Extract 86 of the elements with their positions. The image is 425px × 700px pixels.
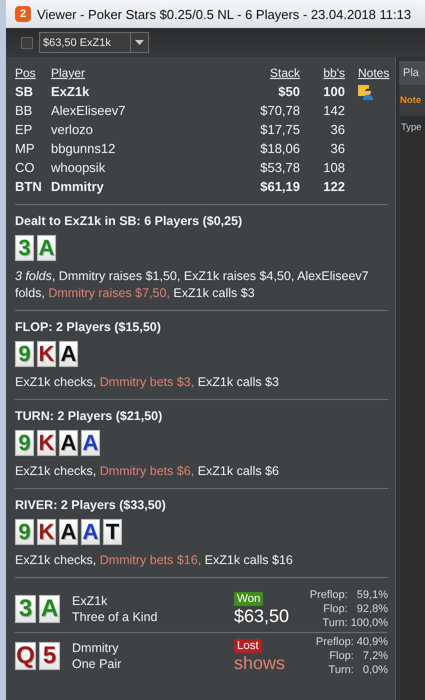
street-heading: TURN: 2 Players ($21,50)	[15, 409, 164, 423]
stack-cell-text: $17,75	[259, 121, 300, 139]
equity-value: 7,2%	[362, 649, 388, 663]
stack-cell-text: $53,78	[259, 159, 300, 177]
equity-label: Preflop:	[310, 588, 348, 602]
street-heading: Dealt to ExZ1k in SB: 6 Players ($0,25)	[15, 214, 244, 228]
playing-card: K	[37, 341, 56, 367]
playing-card: A	[81, 430, 100, 456]
equity-label: Turn:	[321, 616, 348, 630]
stack-cell-text: $61,19	[259, 178, 300, 196]
player-cell-text: ExZ1k	[51, 83, 90, 101]
equity-value: 0,0%	[362, 663, 388, 677]
position-cell-text: CO	[15, 159, 36, 177]
player-cell-text: Dmmitry	[51, 178, 105, 196]
playing-card: A	[59, 341, 78, 367]
stack-cell-text: $50	[277, 83, 300, 101]
playing-card: 3	[15, 235, 34, 261]
playing-card: 9	[15, 519, 34, 545]
playing-card: K	[37, 430, 56, 456]
player-cell-text: AlexEliseev7	[51, 102, 126, 120]
action-summary: ExZ1k checks, Dmmitry bets $6, ExZ1k calls $6	[15, 463, 280, 480]
playing-card: T	[103, 519, 122, 545]
action-summary: ExZ1k checks, Dmmitry bets $16, ExZ1k calls $16	[15, 552, 294, 569]
column-header[interactable]: Notes	[345, 64, 388, 82]
position-cell-text: EP	[15, 121, 34, 139]
outcome-badge: Won	[234, 592, 264, 606]
hand-dropdown[interactable]: $63,50 ExZ1k	[39, 32, 149, 53]
dropdown-value: $63,50 ExZ1k	[42, 36, 112, 50]
position-cell-text: MP	[15, 140, 36, 158]
equity-label: Turn:	[328, 663, 354, 677]
player-name: Dmmitry	[72, 641, 120, 655]
column-header[interactable]: Pos	[15, 64, 51, 82]
big-blinds-cell-text: 108	[322, 159, 345, 177]
stack-cell-text: $70,78	[259, 102, 300, 120]
playing-card: K	[37, 519, 56, 545]
equity-value: 100,0%	[350, 616, 388, 630]
app-icon: 2	[15, 6, 31, 22]
window-title: Viewer - Poker Stars $0.25/0.5 NL - 6 Players - 23.04.2018 11:13	[37, 6, 412, 22]
position-cell-text: SB	[15, 83, 34, 101]
hand-rank: Three of a Kind	[72, 610, 158, 624]
big-blinds-cell-text: 36	[330, 121, 345, 139]
panel-tab[interactable]: Pla	[399, 61, 425, 85]
playing-card: 9	[15, 341, 34, 367]
equity-label: Preflop:	[316, 635, 354, 649]
hand-rank: One Pair	[72, 657, 122, 671]
street-heading: FLOP: 2 Players ($15,50)	[15, 320, 162, 334]
equity-value: 40,9%	[356, 635, 388, 649]
playing-card: A	[39, 595, 60, 623]
equity-value: 59,1%	[356, 588, 388, 602]
player-cell-text: whoopsik	[51, 159, 106, 177]
playing-card: 5	[39, 642, 60, 670]
action-summary: 3 folds, Dmmitry raises $1,50, ExZ1k raises $4,50, AlexEliseev7 folds, Dmmitry raises $7,50, ExZ1k calls $3	[15, 268, 370, 302]
big-blinds-cell-text: 36	[330, 140, 345, 158]
note-icon[interactable]	[358, 84, 374, 100]
big-blinds-cell-text: 100	[322, 83, 345, 101]
player-cell-text: bbgunns12	[51, 140, 116, 158]
big-blinds-cell-text: 122	[322, 178, 345, 196]
street-heading: RIVER: 2 Players ($33,50)	[15, 498, 167, 512]
notes-field[interactable]: Type	[400, 116, 425, 700]
position-cell-text: BB	[15, 102, 34, 120]
player-cell-text: verlozo	[51, 121, 94, 139]
playing-card: 3	[15, 595, 36, 623]
playing-card: Q	[15, 642, 36, 670]
checkbox[interactable]	[21, 36, 33, 48]
position-cell-text: BTN	[15, 178, 43, 196]
result-amount: shows	[234, 652, 286, 674]
playing-card: A	[59, 430, 78, 456]
playing-card: A	[59, 519, 78, 545]
result-amount: $63,50	[234, 606, 290, 626]
action-summary: ExZ1k checks, Dmmitry bets $3, ExZ1k calls $3	[15, 374, 280, 391]
stack-cell-text: $18,06	[259, 140, 300, 158]
column-header[interactable]: bb's	[300, 64, 345, 82]
field-placeholder: Type	[401, 122, 422, 133]
column-header[interactable]: Player	[51, 64, 240, 82]
outcome-badge: Lost	[234, 638, 262, 652]
notes-label: Note	[400, 95, 422, 106]
playing-card: A	[81, 519, 100, 545]
big-blinds-cell-text: 142	[322, 102, 345, 120]
equity-value: 92,8%	[356, 602, 388, 616]
equity-label: Flop:	[328, 649, 354, 663]
playing-card: 9	[15, 430, 34, 456]
equity-label: Flop:	[322, 602, 348, 616]
caret-icon[interactable]	[135, 40, 144, 45]
playing-card: A	[37, 235, 56, 261]
player-name: ExZ1k	[72, 594, 108, 608]
column-header[interactable]: Stack	[240, 64, 300, 82]
